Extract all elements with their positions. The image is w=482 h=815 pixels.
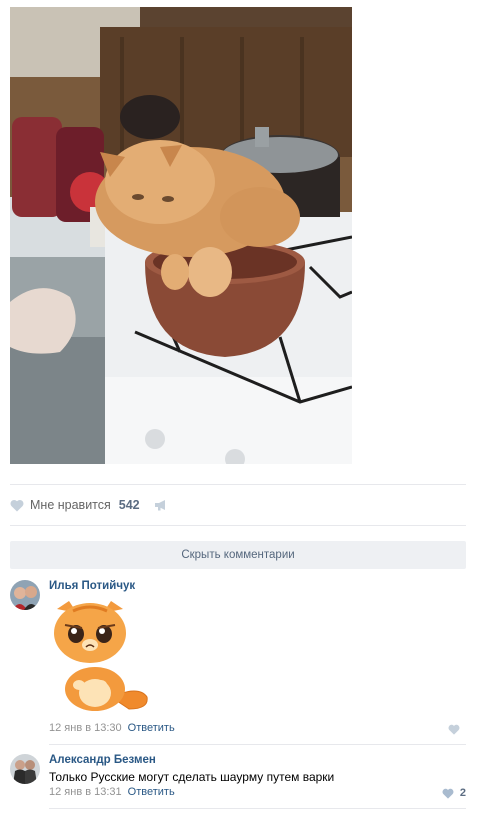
sticker-image (54, 601, 148, 711)
hide-comments-button[interactable]: Скрыть комментарии (10, 541, 466, 569)
comment-item: Александр Безмен Только Русские могут сд… (10, 754, 466, 804)
heart-icon (442, 788, 454, 799)
post-photo[interactable] (10, 7, 352, 464)
megaphone-icon[interactable] (154, 499, 168, 511)
comment-like-count: 2 (459, 787, 466, 799)
comment-meta: 12 янв в 13:30 Ответить (49, 722, 175, 734)
avatar[interactable] (10, 580, 40, 610)
reply-button[interactable]: Ответить (128, 786, 175, 798)
comment-like-button[interactable] (448, 724, 466, 735)
heart-icon (448, 724, 460, 735)
like-label: Мне нравится (30, 498, 111, 512)
like-count[interactable]: 542 (119, 498, 140, 512)
comment-like-button[interactable]: 2 (442, 787, 466, 799)
heart-icon (10, 499, 24, 511)
comment-time[interactable]: 12 янв в 13:30 (49, 722, 122, 734)
comment-time[interactable]: 12 янв в 13:31 (49, 786, 122, 798)
comment-item: Илья Потийчук 12 янв в 13:30 Ответить (10, 580, 466, 740)
like-button[interactable]: Мне нравится 542 (10, 498, 140, 512)
post-actions-bar: Мне нравится 542 (10, 484, 466, 526)
comment-author[interactable]: Александр Безмен (49, 754, 156, 766)
avatar[interactable] (10, 754, 40, 784)
comment-meta: 12 янв в 13:31 Ответить (49, 786, 175, 798)
comment-author[interactable]: Илья Потийчук (49, 580, 135, 592)
avatar-photo (10, 580, 40, 610)
avatar-photo (10, 754, 40, 784)
cat-in-pot-photo (10, 7, 352, 464)
sad-cat-sticker (49, 597, 151, 711)
comment-divider (49, 808, 466, 809)
comment-text: Только Русские могут сделать шаурму путе… (49, 770, 335, 784)
comment-divider (49, 744, 466, 745)
reply-button[interactable]: Ответить (128, 722, 175, 734)
